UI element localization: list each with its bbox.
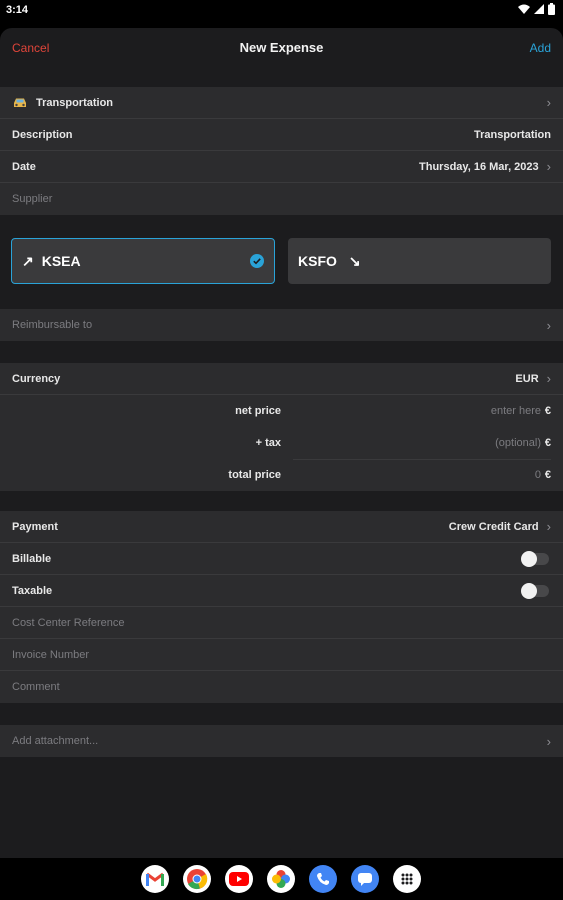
wifi-icon xyxy=(518,4,530,14)
battery-icon xyxy=(548,3,555,15)
payment-label: Payment xyxy=(12,520,58,533)
add-attachment-placeholder: Add attachment... xyxy=(12,735,99,747)
total-price-value: 0 xyxy=(534,469,541,481)
cost-center-field[interactable]: Cost Center Reference xyxy=(0,607,563,639)
status-icons xyxy=(518,3,555,15)
supplier-field[interactable]: Supplier xyxy=(0,183,563,215)
tax-label: + tax xyxy=(255,437,281,449)
chrome-icon[interactable] xyxy=(183,865,211,893)
nav-bar: Cancel New Expense Add xyxy=(0,28,563,84)
taxable-row: Taxable xyxy=(0,575,563,607)
arrow-up-right-icon: ↗ xyxy=(22,252,34,269)
billable-row: Billable xyxy=(0,543,563,575)
date-value: Thursday, 16 Mar, 2023 xyxy=(419,160,539,173)
photos-icon[interactable] xyxy=(267,865,295,893)
youtube-icon[interactable] xyxy=(225,865,253,893)
description-label: Description xyxy=(12,128,73,141)
comment-field[interactable]: Comment xyxy=(0,671,563,703)
pricing-group: Currency EUR › net price enter here € + … xyxy=(0,363,563,491)
arrival-code: KSFO xyxy=(298,253,337,269)
taxable-toggle[interactable] xyxy=(521,582,549,599)
toggle-knob xyxy=(521,582,537,599)
net-price-label: net price xyxy=(235,405,281,417)
page-title: New Expense xyxy=(239,40,324,55)
details-group: Transportation › Description Transportat… xyxy=(0,87,563,215)
expense-sheet: Cancel New Expense Add Transportation › … xyxy=(0,28,563,858)
payment-row[interactable]: Payment Crew Credit Card › xyxy=(0,511,563,543)
payment-group: Payment Crew Credit Card › Billable Taxa… xyxy=(0,511,563,703)
departure-airport-field[interactable]: ↗ KSEA xyxy=(11,238,275,284)
arrow-down-right-icon: ↘ xyxy=(348,252,361,269)
status-bar: 3:14 xyxy=(0,0,563,20)
currency-label: Currency xyxy=(12,372,61,385)
net-price-currency: € xyxy=(544,405,551,417)
net-price-input[interactable]: enter here xyxy=(491,405,541,417)
date-label: Date xyxy=(12,160,36,173)
description-value: Transportation xyxy=(473,128,551,141)
taxable-label: Taxable xyxy=(12,584,53,597)
date-row[interactable]: Date Thursday, 16 Mar, 2023 › xyxy=(0,151,563,183)
comment-placeholder: Comment xyxy=(12,681,60,693)
toggle-knob xyxy=(521,550,537,567)
add-attachment-row[interactable]: Add attachment... › xyxy=(0,725,563,757)
attachment-group: Add attachment... › xyxy=(0,725,563,757)
status-time: 3:14 xyxy=(6,4,29,16)
phone-icon[interactable] xyxy=(309,865,337,893)
category-label: Transportation xyxy=(36,96,114,109)
invoice-number-placeholder: Invoice Number xyxy=(12,648,90,661)
reimbursable-row[interactable]: Reimbursable to › xyxy=(0,309,563,341)
category-row[interactable]: Transportation › xyxy=(0,87,563,119)
supplier-placeholder: Supplier xyxy=(12,193,53,205)
signal-icon xyxy=(534,4,544,14)
departure-code: KSEA xyxy=(41,253,81,269)
gmail-icon[interactable] xyxy=(141,865,169,893)
chevron-right-icon: › xyxy=(546,317,551,333)
net-price-row[interactable]: net price enter here € xyxy=(0,395,563,427)
tax-row[interactable]: + tax (optional) € xyxy=(0,427,563,459)
currency-row[interactable]: Currency EUR › xyxy=(0,363,563,395)
description-row[interactable]: Description Transportation xyxy=(0,119,563,151)
chevron-right-icon: › xyxy=(546,371,551,386)
currency-value: EUR xyxy=(515,372,539,385)
chevron-right-icon: › xyxy=(546,519,551,534)
invoice-number-field[interactable]: Invoice Number xyxy=(0,639,563,671)
chevron-right-icon: › xyxy=(546,733,551,749)
add-button[interactable]: Add xyxy=(530,41,551,55)
messages-icon[interactable] xyxy=(351,865,379,893)
cost-center-placeholder: Cost Center Reference xyxy=(12,616,125,629)
billable-label: Billable xyxy=(12,552,52,565)
car-icon xyxy=(12,97,28,109)
app-dock xyxy=(0,858,563,900)
payment-value: Crew Credit Card xyxy=(448,520,539,533)
arrival-airport-field[interactable]: KSFO ↘ xyxy=(288,238,551,284)
chevron-right-icon: › xyxy=(546,95,551,110)
billable-toggle[interactable] xyxy=(521,550,549,567)
total-price-label: total price xyxy=(228,469,281,481)
reimbursable-placeholder: Reimbursable to xyxy=(12,319,93,331)
total-price-row: total price 0 € xyxy=(0,459,563,491)
tax-input[interactable]: (optional) xyxy=(495,437,541,449)
tax-currency: € xyxy=(544,437,551,449)
reimbursable-group: Reimbursable to › xyxy=(0,309,563,341)
total-price-currency: € xyxy=(544,469,551,481)
check-circle-icon xyxy=(250,254,264,268)
app-drawer-icon[interactable] xyxy=(393,865,421,893)
chevron-right-icon: › xyxy=(546,159,551,174)
price-area: net price enter here € + tax (optional) … xyxy=(0,395,563,491)
